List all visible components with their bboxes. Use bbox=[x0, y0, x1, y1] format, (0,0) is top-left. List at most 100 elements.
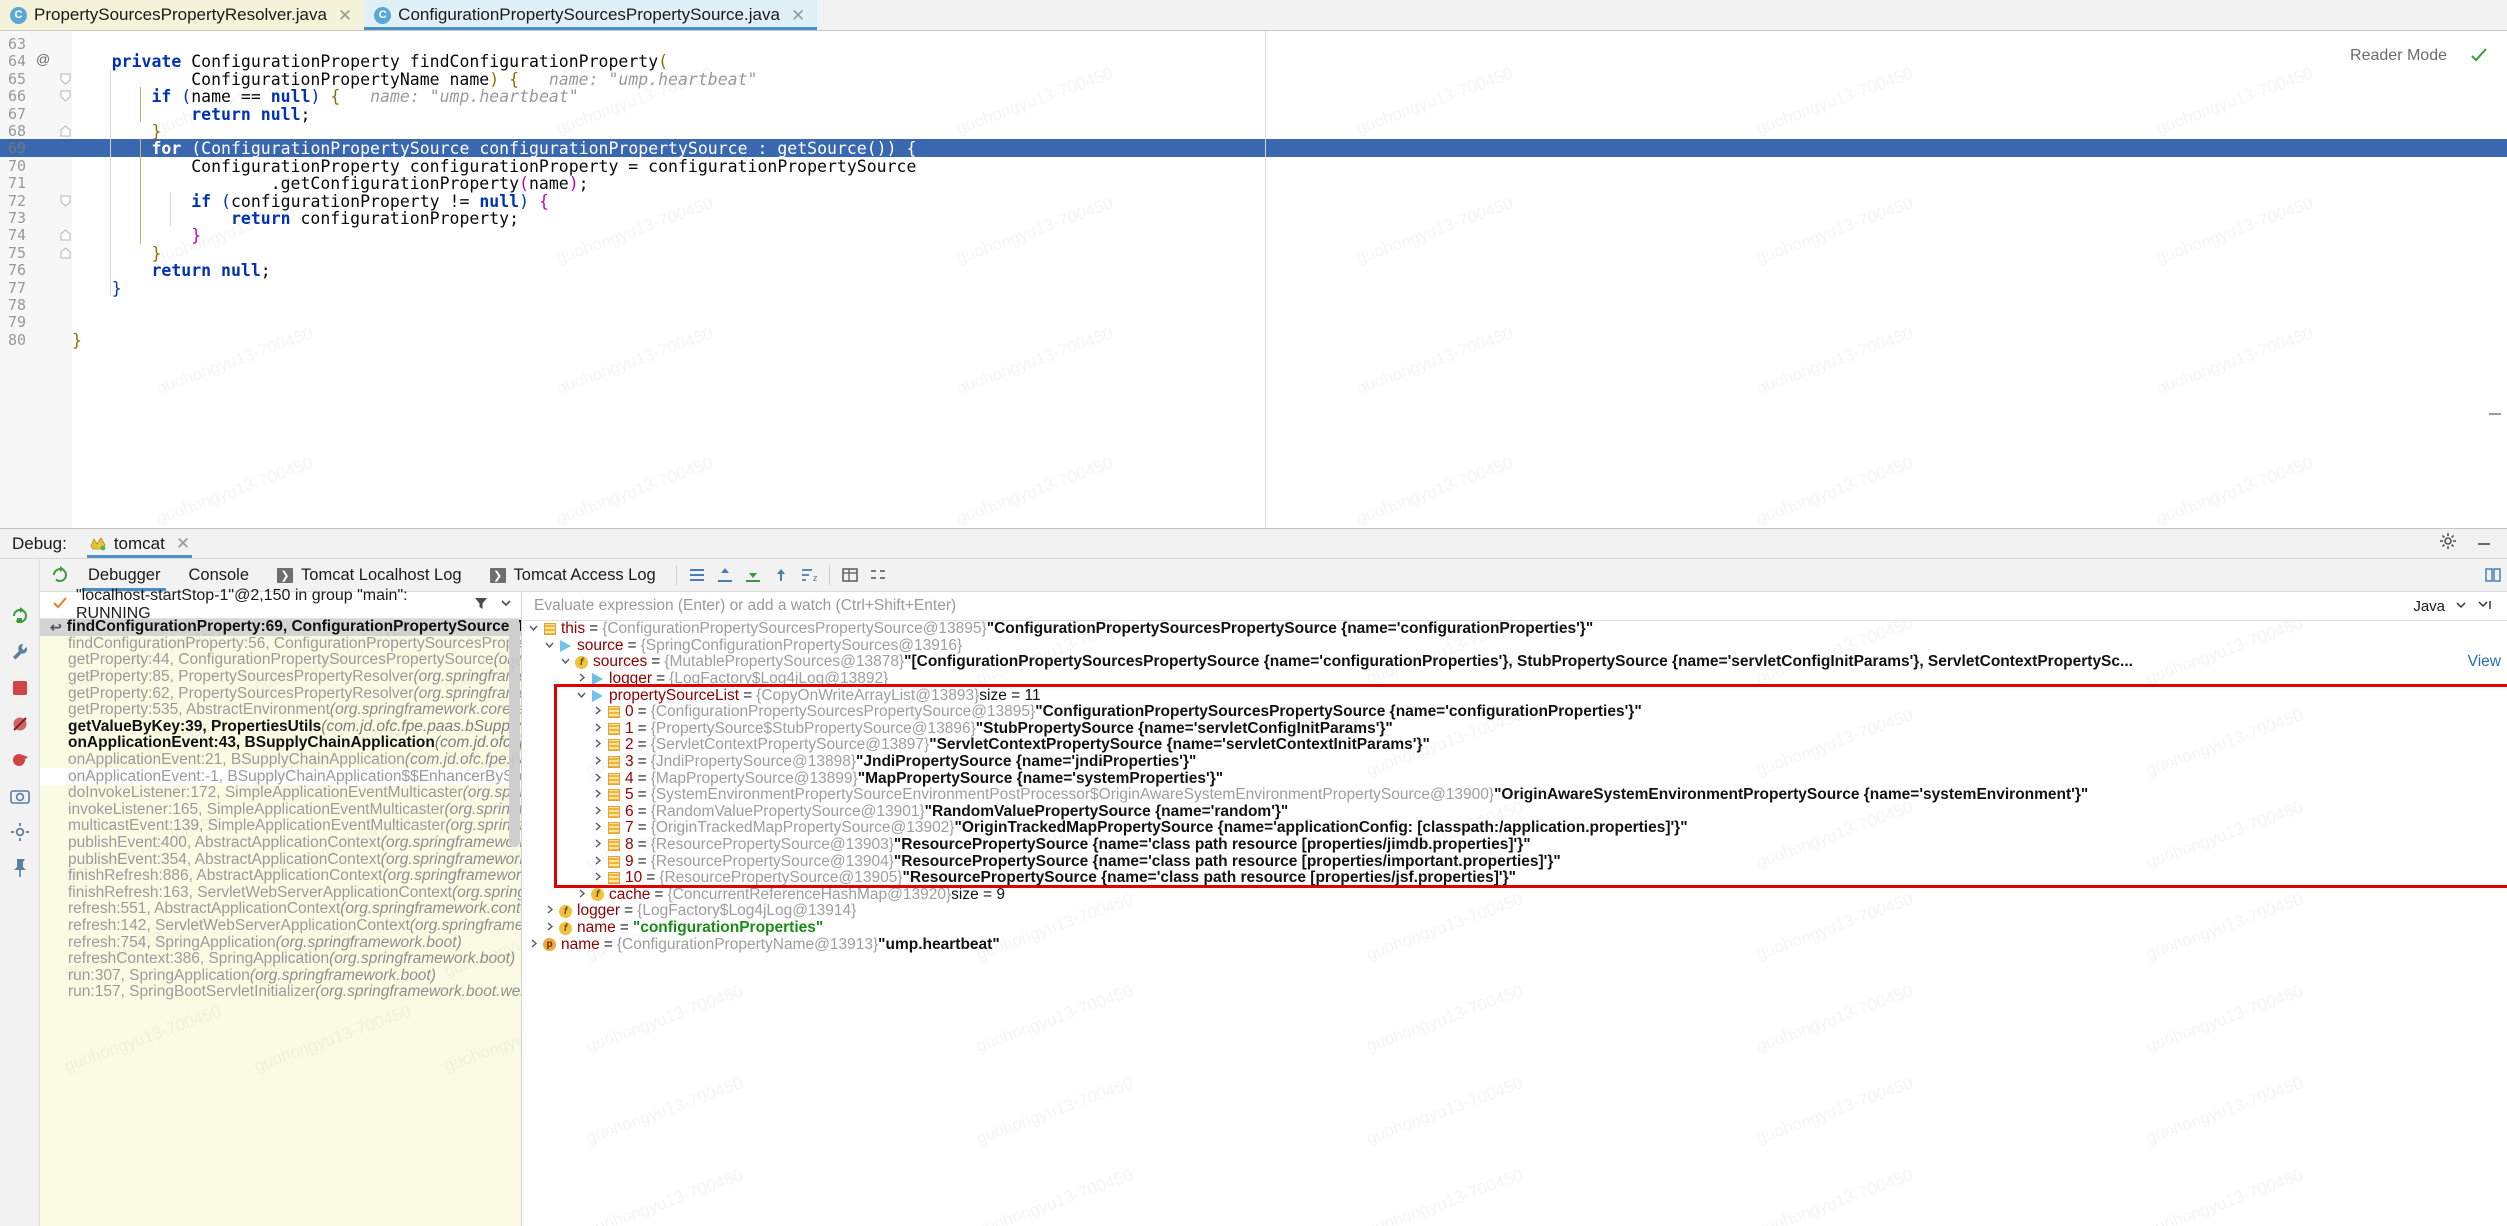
variable-row[interactable]: p name = {ConfigurationPropertyName@13913} … bbox=[522, 936, 2507, 953]
code-line[interactable] bbox=[72, 35, 2507, 52]
editor-tab-0[interactable]: C PropertySourcesPropertyResolver.java ✕ bbox=[0, 0, 365, 30]
variable-row[interactable]: f logger = {LogFactory$Log4jLog@13914} bbox=[522, 902, 2507, 920]
code-line[interactable]: if (configurationProperty != null) { bbox=[72, 192, 2507, 211]
code-fold-icon[interactable] bbox=[60, 229, 71, 241]
stack-frame[interactable]: invokeListener:165, SimpleApplicationEve… bbox=[40, 801, 521, 819]
frames-pane[interactable]: "localhost-startStop-1"@2,150 in group "… bbox=[40, 587, 522, 1226]
variable-row[interactable]: f name = "configurationProperties" bbox=[522, 919, 2507, 937]
stack-frame[interactable]: multicastEvent:139, SimpleApplicationEve… bbox=[40, 817, 521, 835]
stack-frame[interactable]: run:157, SpringBootServletInitializer (o… bbox=[40, 983, 521, 1001]
variables-tree[interactable]: this = {ConfigurationPropertySourcesProper… bbox=[522, 621, 2507, 1226]
chevron-down-icon[interactable] bbox=[526, 622, 541, 636]
stack-frame[interactable]: refresh:754, SpringApplication (org.spri… bbox=[40, 934, 521, 951]
code-fold-icon[interactable] bbox=[60, 195, 71, 207]
reader-mode-label[interactable]: Reader Mode bbox=[2350, 47, 2447, 65]
variable-row[interactable]: 0 = {ConfigurationPropertySourcesPropertyS… bbox=[522, 703, 2507, 721]
variable-row[interactable]: 4 = {MapPropertySource@13899} "MapProperty… bbox=[522, 770, 2507, 787]
frames-list[interactable]: ↩ findConfigurationProperty:69, Configura… bbox=[40, 619, 521, 1226]
variable-row[interactable]: source = {SpringConfigurationPropertySourc… bbox=[522, 637, 2507, 655]
chevron-down-icon[interactable] bbox=[499, 596, 513, 615]
stack-frame[interactable]: finishRefresh:886, AbstractApplicationCo… bbox=[40, 867, 521, 885]
variables-pane[interactable]: Evaluate expression (Enter) or add a wat… bbox=[522, 592, 2507, 1226]
variable-row[interactable]: this = {ConfigurationPropertySourcesProper… bbox=[522, 621, 2507, 638]
reader-mode-check-icon[interactable] bbox=[2469, 45, 2489, 70]
stack-frame[interactable]: refreshContext:386, SpringApplication (o… bbox=[40, 950, 521, 968]
editor-gutter[interactable]: 6364@6566676869697071727374757677787980 bbox=[0, 31, 72, 528]
language-selector-label[interactable]: Java bbox=[2413, 598, 2445, 615]
code-line[interactable]: .getConfigurationProperty(name); bbox=[72, 174, 2507, 193]
code-line[interactable]: } bbox=[72, 226, 2507, 245]
view-link[interactable]: View bbox=[2468, 653, 2501, 671]
chevron-right-icon[interactable] bbox=[590, 722, 605, 736]
chevron-down-icon[interactable] bbox=[574, 689, 589, 703]
code-editor[interactable]: 6364@6566676869697071727374757677787980 … bbox=[0, 31, 2507, 528]
chevron-right-icon[interactable] bbox=[542, 904, 557, 918]
rerun-debug-icon[interactable] bbox=[46, 562, 74, 588]
variable-row[interactable]: 3 = {JndiPropertySource@13898} "JndiProper… bbox=[522, 753, 2507, 771]
upload-icon[interactable] bbox=[767, 562, 795, 588]
variable-row[interactable]: f sources = {MutablePropertySources@13878} … bbox=[522, 653, 2507, 671]
sort-icon[interactable]: z bbox=[795, 562, 823, 588]
debug-action-rail[interactable] bbox=[0, 559, 40, 1226]
stack-frame[interactable]: getProperty:85, PropertySourcesPropertyR… bbox=[40, 668, 521, 686]
code-line[interactable]: } bbox=[72, 279, 2507, 298]
stack-frame[interactable]: publishEvent:354, AbstractApplicationCon… bbox=[40, 851, 521, 868]
variable-row[interactable]: 2 = {ServletContextPropertySource@13897} "… bbox=[522, 736, 2507, 754]
code-line[interactable]: for (ConfigurationPropertySource configu… bbox=[72, 139, 2507, 158]
variable-row[interactable]: logger = {LogFactory$Log4jLog@13892} bbox=[522, 670, 2507, 688]
scrollbar-marker[interactable] bbox=[2489, 413, 2501, 415]
stop-icon[interactable] bbox=[9, 677, 31, 699]
code-fold-icon[interactable] bbox=[60, 125, 71, 137]
stack-frame[interactable]: onApplicationEvent:21, BSupplyChainAppli… bbox=[40, 751, 521, 769]
code-fold-icon[interactable] bbox=[60, 90, 71, 102]
code-line[interactable]: } bbox=[72, 122, 2507, 141]
mute-breakpoints-icon[interactable] bbox=[9, 713, 31, 735]
chevron-right-icon[interactable] bbox=[590, 821, 605, 835]
chevron-right-icon[interactable] bbox=[590, 788, 605, 802]
stack-frame[interactable]: refresh:551, AbstractApplicationContext … bbox=[40, 900, 521, 918]
gear-icon[interactable] bbox=[2439, 532, 2457, 555]
variable-row[interactable]: 8 = {ResourcePropertySource@13903} "Resour… bbox=[522, 836, 2507, 854]
chevron-right-icon[interactable] bbox=[590, 855, 605, 869]
stack-frame[interactable]: ↩ findConfigurationProperty:69, Configura… bbox=[40, 619, 521, 636]
code-line[interactable] bbox=[72, 296, 2507, 313]
override-marker-icon[interactable]: @ bbox=[36, 51, 50, 67]
settings-icon[interactable] bbox=[9, 821, 31, 843]
thread-selector[interactable]: "localhost-startStop-1"@2,150 in group "… bbox=[40, 587, 521, 622]
code-line[interactable]: return configurationProperty; bbox=[72, 209, 2507, 228]
code-fold-icon[interactable] bbox=[60, 73, 71, 85]
code-area[interactable]: private ConfigurationProperty findConfig… bbox=[72, 31, 2507, 528]
evaluate-input-placeholder[interactable]: Evaluate expression (Enter) or add a wat… bbox=[534, 597, 956, 615]
evaluate-expression-bar[interactable]: Evaluate expression (Enter) or add a wat… bbox=[522, 592, 2507, 621]
code-line[interactable]: if (name == null) { name: "ump.heartbeat… bbox=[72, 87, 2507, 106]
stack-frame[interactable]: doInvokeListener:172, SimpleApplicationE… bbox=[40, 784, 521, 802]
chevron-down-icon[interactable] bbox=[542, 639, 557, 653]
chevron-down-icon[interactable] bbox=[558, 655, 573, 669]
stack-frame[interactable]: getProperty:62, PropertySourcesPropertyR… bbox=[40, 685, 521, 702]
chevron-down-icon[interactable] bbox=[2455, 598, 2467, 615]
code-line[interactable]: return null; bbox=[72, 261, 2507, 280]
filter-icon[interactable] bbox=[473, 595, 489, 616]
stack-frame[interactable]: onApplicationEvent:-1, BSupplyChainAppli… bbox=[40, 768, 521, 785]
stack-frame[interactable]: publishEvent:400, AbstractApplicationCon… bbox=[40, 834, 521, 852]
code-line[interactable] bbox=[72, 313, 2507, 330]
pin-icon[interactable] bbox=[9, 857, 31, 879]
debug-session-tab-tomcat[interactable]: tomcat ✕ bbox=[81, 529, 198, 558]
more-options-icon[interactable] bbox=[2477, 598, 2493, 615]
stack-frame[interactable]: getProperty:44, ConfigurationPropertySou… bbox=[40, 651, 521, 669]
stack-frame[interactable]: refresh:142, ServletWebServerApplication… bbox=[40, 917, 521, 935]
code-line[interactable]: ConfigurationPropertyName name) { name: … bbox=[72, 70, 2507, 89]
layout-icon[interactable] bbox=[683, 562, 711, 588]
chevron-right-icon[interactable] bbox=[590, 838, 605, 852]
code-line[interactable]: ConfigurationProperty configurationPrope… bbox=[72, 157, 2507, 176]
code-line[interactable]: } bbox=[72, 331, 2507, 350]
frames-scrollbar[interactable] bbox=[509, 619, 520, 847]
table-icon[interactable] bbox=[836, 562, 864, 588]
stack-frame[interactable]: finishRefresh:163, ServletWebServerAppli… bbox=[40, 884, 521, 902]
chevron-right-icon[interactable] bbox=[590, 772, 605, 786]
stack-frame[interactable]: findConfigurationProperty:56, Configurat… bbox=[40, 635, 521, 653]
variable-row[interactable]: 10 = {ResourcePropertySource@13905} "Resou… bbox=[522, 869, 2507, 887]
chevron-right-icon[interactable] bbox=[526, 938, 541, 952]
camera-icon[interactable] bbox=[9, 785, 31, 807]
import-down-icon[interactable] bbox=[739, 562, 767, 588]
